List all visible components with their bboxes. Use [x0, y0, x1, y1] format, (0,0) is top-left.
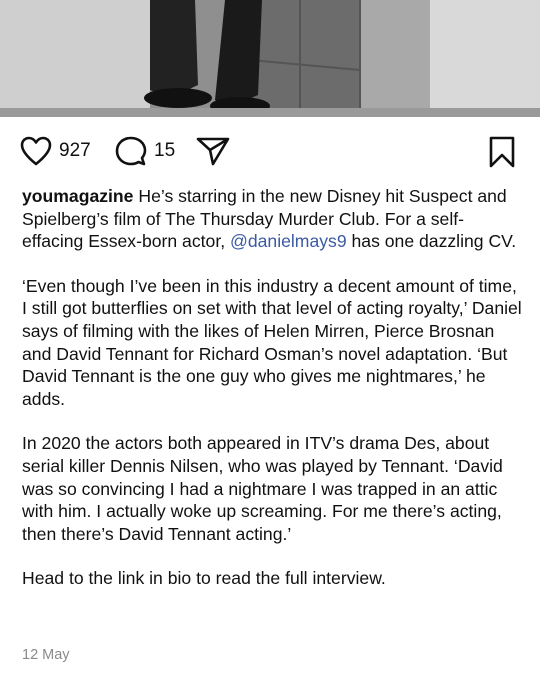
- caption-intro: youmagazine He’s starring in the new Dis…: [22, 185, 522, 253]
- post-actions-bar: 927 15: [0, 130, 540, 174]
- post-photo[interactable]: [0, 0, 540, 117]
- caption-paragraph: In 2020 the actors both appeared in ITV’…: [22, 433, 503, 544]
- heart-icon: [20, 136, 52, 166]
- caption-intro-end: has one dazzling CV.: [346, 231, 517, 252]
- comment-count: 15: [154, 140, 176, 161]
- photo-image: [0, 0, 540, 117]
- share-button[interactable]: [196, 136, 230, 166]
- post-caption: youmagazine He’s starring in the new Dis…: [22, 185, 522, 612]
- bookmark-icon: [489, 136, 515, 168]
- caption-paragraph: ‘Even though I’ve been in this industry …: [22, 275, 522, 409]
- mention-link[interactable]: @danielmays9: [230, 231, 347, 251]
- save-button[interactable]: [488, 136, 516, 168]
- author-username[interactable]: youmagazine: [22, 186, 133, 206]
- like-button[interactable]: 927: [20, 136, 91, 166]
- like-count: 927: [59, 140, 91, 161]
- paper-plane-icon: [196, 137, 230, 166]
- comment-button[interactable]: 15: [115, 136, 175, 166]
- comment-bubble-icon: [115, 136, 147, 166]
- post-date: 12 May: [22, 647, 70, 663]
- caption-paragraph: Head to the link in bio to read the full…: [22, 568, 386, 589]
